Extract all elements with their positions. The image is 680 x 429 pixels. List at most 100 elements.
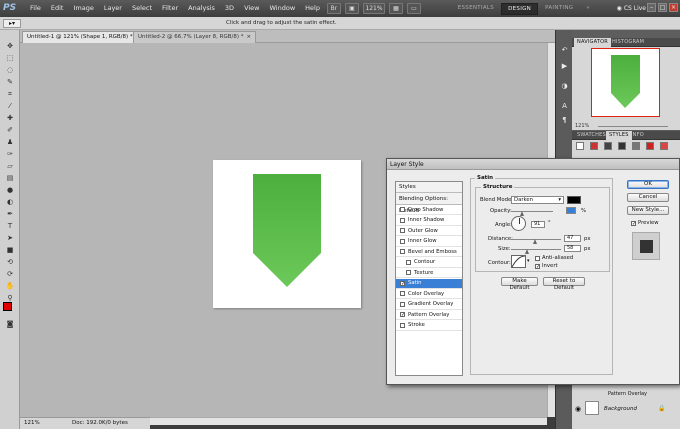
menu-help[interactable]: Help xyxy=(300,0,325,17)
shape-tool-icon[interactable]: ■ xyxy=(4,246,16,255)
hand-tool-icon[interactable]: ✋ xyxy=(4,282,16,291)
contour-picker[interactable] xyxy=(511,255,526,268)
3d-rotate-tool-icon[interactable]: ⟲ xyxy=(4,258,16,267)
minibridge-icon[interactable]: ▣ xyxy=(344,3,359,14)
menu-filter[interactable]: Filter xyxy=(157,0,183,17)
navigator-zoom-slider[interactable] xyxy=(598,126,668,127)
style-swatch[interactable] xyxy=(632,142,640,150)
chevron-down-icon[interactable]: ▾ xyxy=(527,258,530,264)
checkbox-box[interactable]: ✓ xyxy=(400,312,405,318)
screen-mode-icon[interactable]: ▭ xyxy=(406,3,421,14)
make-default-button[interactable]: Make Default xyxy=(501,277,538,291)
ok-button[interactable]: OK xyxy=(627,180,669,189)
size-slider[interactable] xyxy=(511,249,561,250)
style-list-item[interactable]: Inner Glow xyxy=(396,237,462,247)
style-list-item[interactable]: Stroke xyxy=(396,321,462,331)
blur-tool-icon[interactable]: ● xyxy=(4,186,16,195)
style-swatch[interactable] xyxy=(646,142,654,150)
menu-edit[interactable]: Edit xyxy=(46,0,69,17)
tab-navigator[interactable]: NAVIGATOR xyxy=(574,38,611,47)
healing-brush-tool-icon[interactable]: ✚ xyxy=(4,114,16,123)
bridge-icon[interactable]: Br xyxy=(326,3,341,14)
checkbox-box[interactable] xyxy=(400,228,405,233)
marquee-tool-icon[interactable]: ⬚ xyxy=(4,54,16,63)
move-tool-icon[interactable]: ✥ xyxy=(4,42,16,51)
paragraph-panel-icon[interactable]: ¶ xyxy=(559,116,570,125)
reset-to-default-button[interactable]: Reset to Default xyxy=(543,277,585,291)
style-list-item[interactable]: Inner Shadow xyxy=(396,216,462,226)
size-field[interactable]: 58 xyxy=(564,245,581,252)
type-tool-icon[interactable]: T xyxy=(4,222,16,231)
anti-aliased-checkbox[interactable]: Anti-aliased xyxy=(535,255,573,261)
checkbox-box[interactable]: ✓ xyxy=(631,220,636,226)
menu-select[interactable]: Select xyxy=(127,0,157,17)
quick-mask-icon[interactable]: ◙ xyxy=(4,320,16,329)
workspace-design[interactable]: DESIGN xyxy=(501,3,539,15)
clone-stamp-tool-icon[interactable]: ♟ xyxy=(4,138,16,147)
menu-file[interactable]: File xyxy=(25,0,46,17)
eyedropper-tool-icon[interactable]: ⁄ xyxy=(4,102,16,111)
style-list-item[interactable]: ✓ Pattern Overlay xyxy=(396,310,462,320)
opacity-slider[interactable] xyxy=(511,211,553,212)
menu-window[interactable]: Window xyxy=(265,0,301,17)
style-list-item[interactable]: Bevel and Emboss xyxy=(396,247,462,257)
styles-list-header[interactable]: Styles xyxy=(396,182,462,193)
blending-options-item[interactable]: Blending Options: Default xyxy=(396,193,462,214)
document-canvas[interactable] xyxy=(213,160,361,308)
checkbox-box[interactable] xyxy=(400,301,405,307)
workspace-more-button[interactable]: » xyxy=(580,3,596,15)
history-panel-icon[interactable]: ↶ xyxy=(559,46,570,55)
horizontal-scrollbar[interactable] xyxy=(150,417,547,425)
actions-panel-icon[interactable]: ▶ xyxy=(559,62,570,71)
checkbox-box[interactable] xyxy=(406,270,411,275)
tab-swatches[interactable]: SWATCHES xyxy=(574,131,609,140)
angle-dial[interactable] xyxy=(511,216,526,231)
workspace-painting[interactable]: PAINTING xyxy=(539,3,579,15)
3d-orbit-tool-icon[interactable]: ⟳ xyxy=(4,270,16,279)
preview-checkbox[interactable]: ✓ Preview xyxy=(631,220,659,226)
quick-select-tool-icon[interactable]: ✎ xyxy=(4,78,16,87)
character-panel-icon[interactable]: A xyxy=(559,102,570,111)
tab-info[interactable]: INFO xyxy=(628,131,647,140)
style-none-swatch[interactable] xyxy=(576,142,584,150)
checkbox-box[interactable] xyxy=(400,291,405,296)
style-swatch[interactable] xyxy=(590,142,598,150)
checkbox-box[interactable] xyxy=(406,259,411,265)
eye-icon[interactable]: ◉ xyxy=(575,405,581,413)
checkbox-box[interactable] xyxy=(400,249,405,254)
opacity-field[interactable] xyxy=(566,207,576,214)
status-zoom[interactable]: 121% xyxy=(24,420,40,426)
tab-untitled-1[interactable]: Untitled-1 @ 121% (Shape 1, RGB/8) *× xyxy=(22,31,146,43)
adjustments-panel-icon[interactable]: ◑ xyxy=(559,82,570,91)
pen-tool-icon[interactable]: ✒ xyxy=(4,210,16,219)
tool-preset-picker[interactable]: ▸▾ xyxy=(3,19,21,28)
menu-image[interactable]: Image xyxy=(68,0,98,17)
lasso-tool-icon[interactable]: ◌ xyxy=(4,66,16,75)
style-swatch[interactable] xyxy=(660,142,668,150)
foreground-color-swatch[interactable] xyxy=(3,302,12,311)
style-list-item[interactable]: ✓ Satin xyxy=(396,278,462,289)
checkbox-box[interactable] xyxy=(400,217,405,223)
minimize-icon[interactable]: – xyxy=(647,3,656,12)
checkbox-box[interactable]: ✓ xyxy=(535,263,540,269)
checkbox-box[interactable] xyxy=(400,322,405,328)
workspace-essentials[interactable]: ESSENTIALS xyxy=(452,3,500,15)
style-list-item[interactable]: Texture xyxy=(396,268,462,278)
maximize-icon[interactable]: □ xyxy=(658,3,667,12)
distance-field[interactable]: 47 xyxy=(564,235,581,242)
menu-analysis[interactable]: Analysis xyxy=(183,0,220,17)
path-select-tool-icon[interactable]: ➤ xyxy=(4,234,16,243)
zoom-level-select[interactable]: 121% xyxy=(362,3,385,14)
distance-slider[interactable] xyxy=(511,239,561,240)
style-list-item[interactable]: Color Overlay xyxy=(396,289,462,299)
invert-checkbox[interactable]: ✓ Invert xyxy=(535,263,558,269)
cs-live-button[interactable]: ◉ CS Live xyxy=(617,3,646,14)
layer-background-label[interactable]: Background xyxy=(604,406,637,412)
eraser-tool-icon[interactable]: ▱ xyxy=(4,162,16,171)
checkbox-box[interactable] xyxy=(400,207,405,212)
style-list-item[interactable]: Outer Glow xyxy=(396,226,462,236)
history-brush-tool-icon[interactable]: ✑ xyxy=(4,150,16,159)
tab-histogram[interactable]: HISTOGRAM xyxy=(609,38,647,47)
close-tab-icon[interactable]: × xyxy=(247,34,252,40)
style-list-item[interactable]: Gradient Overlay xyxy=(396,300,462,310)
